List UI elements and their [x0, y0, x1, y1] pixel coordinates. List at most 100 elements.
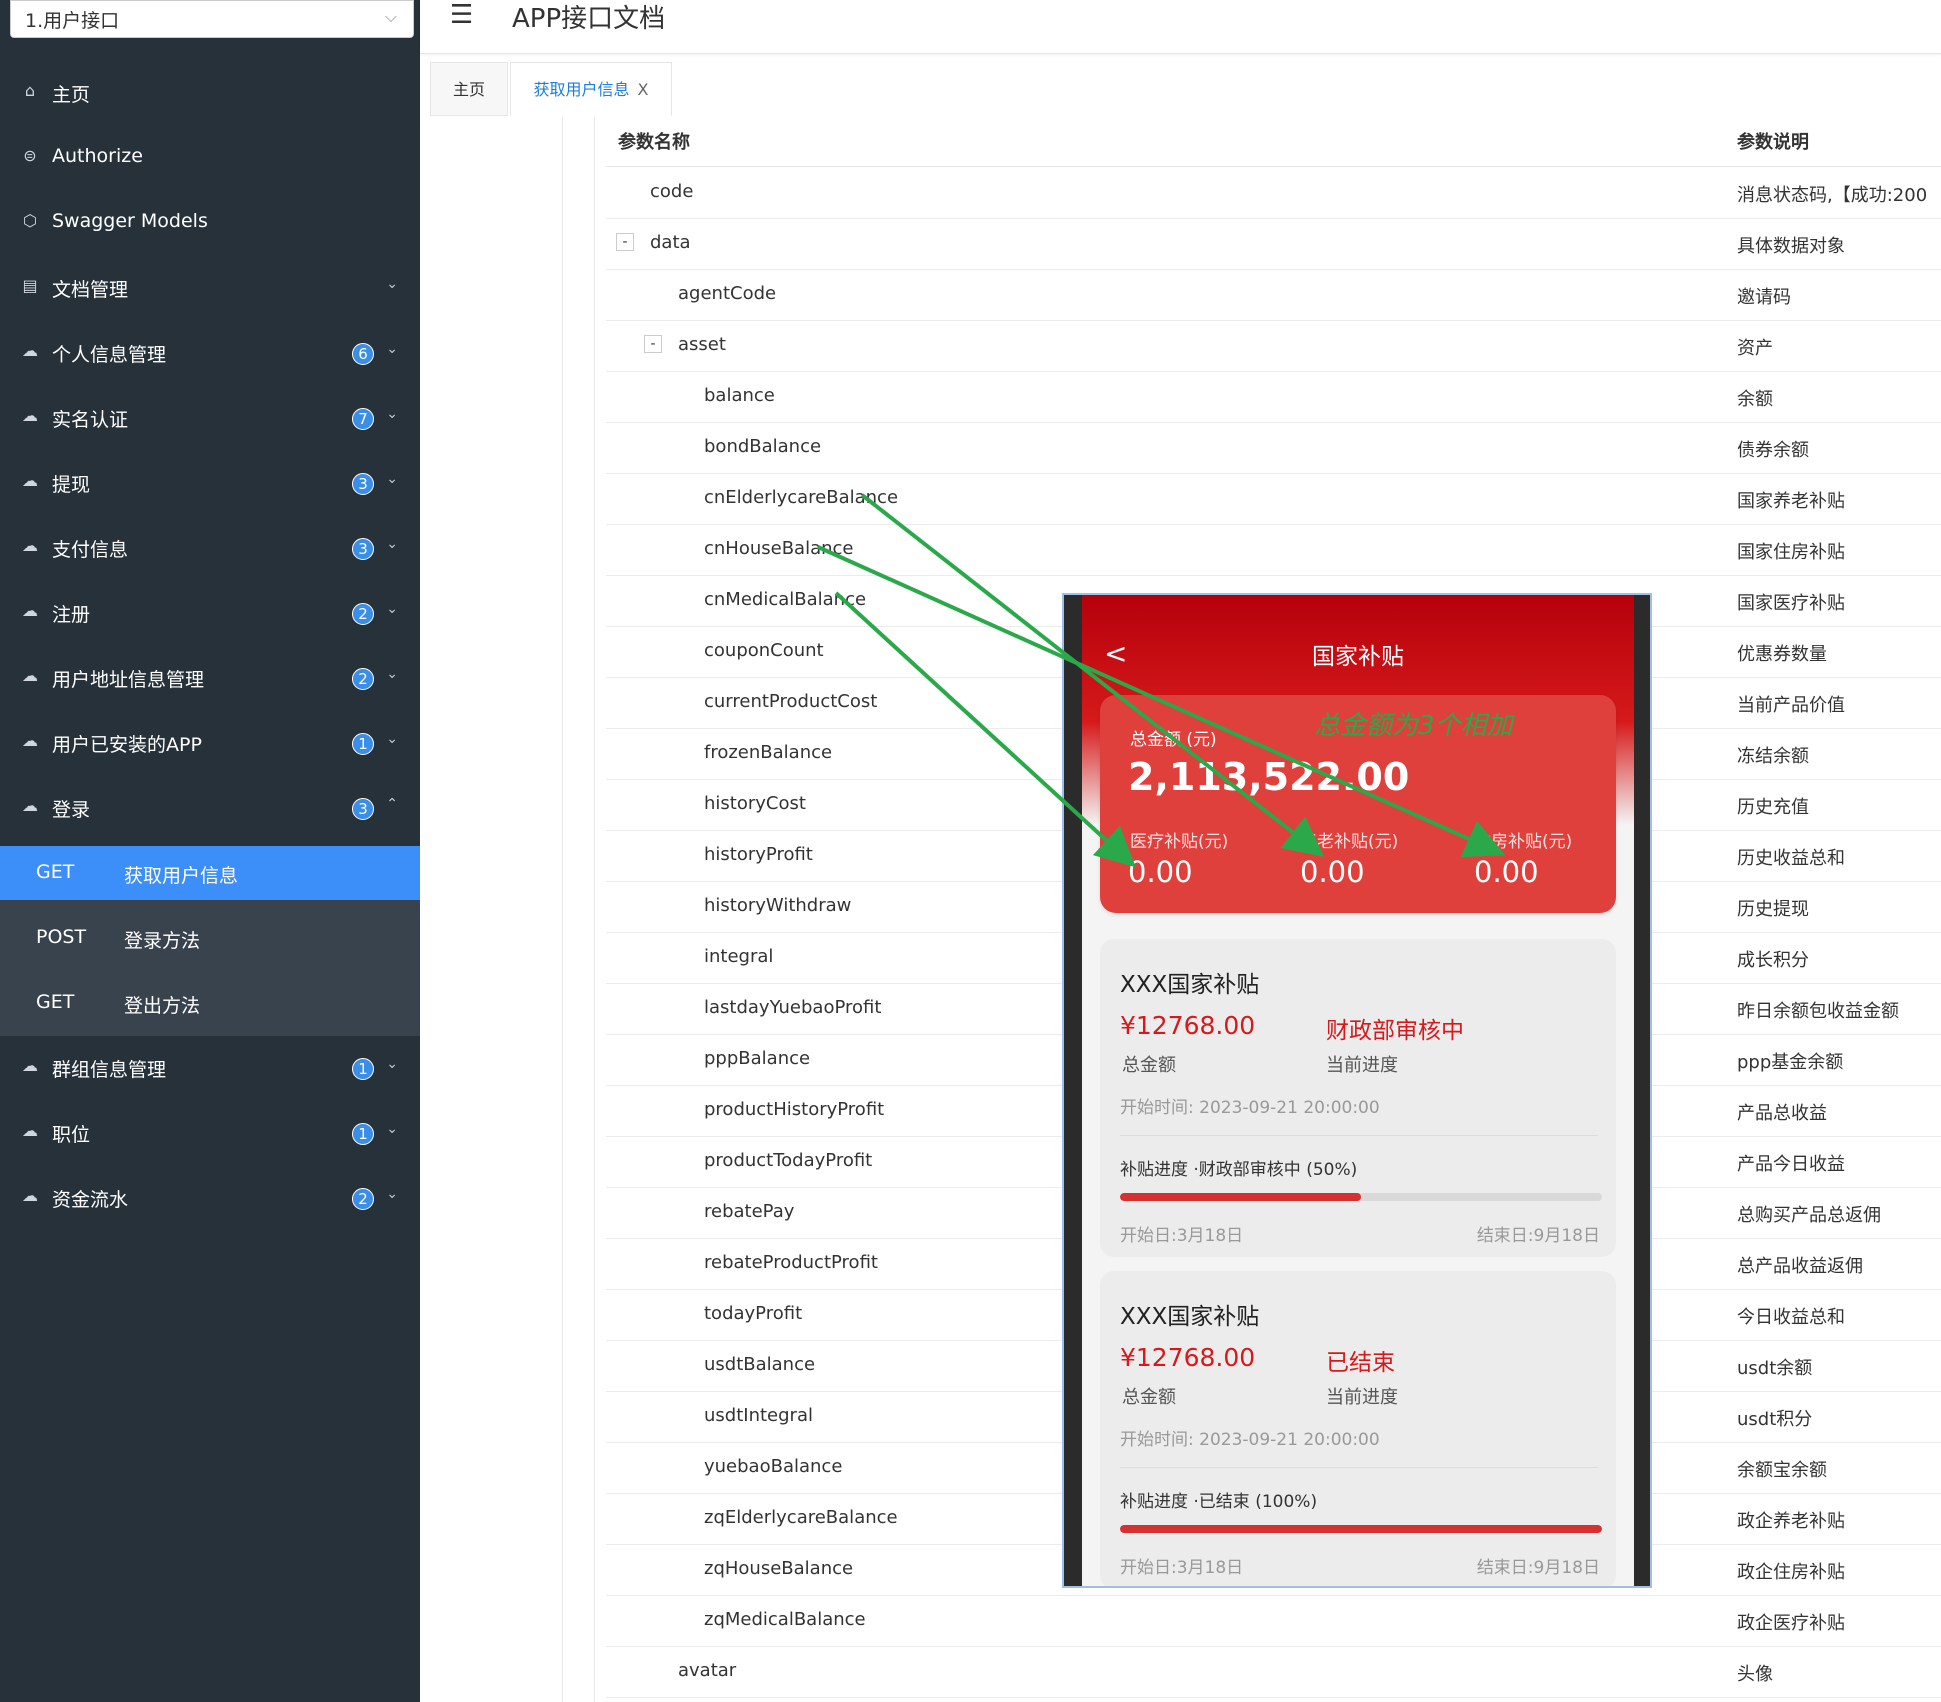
submenu-item[interactable]: GET 获取用户信息 [0, 846, 420, 900]
collapse-toggle[interactable]: - [644, 335, 662, 353]
param-desc: 国家住房补贴 [1737, 542, 1845, 563]
card-status: 财政部审核中 [1326, 1018, 1464, 1044]
sidebar-item[interactable]: ☁ 实名认证 7 ⌄ [0, 386, 420, 451]
subsidy-card[interactable]: XXX国家补贴 ¥12768.00 财政部审核中 总金额 当前进度 开始时间: 2023-… [1100, 939, 1616, 1257]
login-submenu: GET 获取用户信息 POST 登录方法 GET 登出方法 [0, 846, 420, 1036]
param-name: currentProductCost [704, 691, 878, 712]
cube-icon: ⬡ [23, 211, 37, 230]
param-name: data [650, 232, 691, 253]
cloud-icon: ☁ [22, 1056, 38, 1075]
param-name: balance [704, 385, 775, 406]
submenu-item[interactable]: POST 登录方法 [0, 911, 420, 965]
chevron-down-icon: ⌄ [386, 731, 398, 747]
param-name: agentCode [678, 283, 777, 304]
param-desc: ppp基金余额 [1737, 1052, 1844, 1073]
sidebar-item-label: 个人信息管理 [52, 344, 167, 366]
cloud-icon: ☁ [22, 406, 38, 425]
param-desc: 余额 [1737, 389, 1773, 410]
param-name: integral [704, 946, 774, 967]
sidebar-item[interactable]: ☁ 用户已安装的APP 1 ⌄ [0, 711, 420, 776]
cloud-icon: ☁ [22, 731, 38, 750]
chevron-down-icon: ⌄ [386, 601, 398, 617]
chevron-down-icon: ⌄ [386, 1121, 398, 1137]
param-desc: 余额宝余额 [1737, 1460, 1827, 1481]
sidebar-item[interactable]: ☁ 注册 2 ⌄ [0, 581, 420, 646]
close-icon[interactable]: X [638, 80, 649, 99]
card-start-time: 开始时间: 2023-09-21 20:00:00 [1120, 1098, 1380, 1118]
chevron-down-icon: ⌄ [386, 666, 398, 682]
phone-screenshot: < 国家补贴 总金额为3个相加 总金额 (元) 2,113,522.00 医疗补… [1062, 593, 1652, 1588]
http-method: GET [36, 861, 75, 883]
chevron-down-icon: ⌄ [386, 341, 398, 357]
col-param-desc: 参数说明 [1737, 132, 1809, 153]
param-name: couponCount [704, 640, 824, 661]
table-row: avatar 头像 [606, 1646, 1941, 1698]
elderly-label: 养老补贴(元) [1300, 832, 1399, 852]
sidebar-item-label: Swagger Models [52, 210, 208, 232]
submenu-item[interactable]: GET 登出方法 [0, 976, 420, 1030]
param-name: cnElderlycareBalance [704, 487, 899, 508]
sidebar-item[interactable]: ⬡ Swagger Models [0, 191, 420, 256]
param-desc: 历史充值 [1737, 797, 1809, 818]
chevron-down-icon: ⌄ [386, 536, 398, 552]
param-name: rebateProductProfit [704, 1252, 878, 1273]
progress-fill [1120, 1193, 1361, 1201]
sidebar-item-label: 主页 [52, 84, 91, 106]
sidebar-item[interactable]: ⌂ 主页 [0, 61, 420, 126]
chevron-down-icon: ⌄ [386, 1186, 398, 1202]
group-select-value: 1.用户接口 [25, 10, 120, 32]
collapse-toggle[interactable]: - [616, 233, 634, 251]
param-desc: 昨日余额包收益金额 [1737, 1001, 1899, 1022]
table-row: cnHouseBalance 国家住房补贴 [606, 524, 1941, 576]
table-row: code 消息状态码,【成功:200 [606, 167, 1941, 219]
param-desc: 成长积分 [1737, 950, 1809, 971]
subsidy-card[interactable]: XXX国家补贴 ¥12768.00 已结束 总金额 当前进度 开始时间: 2023-09-… [1100, 1271, 1616, 1586]
sidebar-item[interactable]: ☁ 用户地址信息管理 2 ⌄ [0, 646, 420, 711]
param-name: cnMedicalBalance [704, 589, 867, 610]
param-desc: 产品今日收益 [1737, 1154, 1845, 1175]
tab-home-label: 主页 [452, 80, 485, 99]
house-label: 住房补贴(元) [1474, 832, 1573, 852]
param-desc: 政企养老补贴 [1737, 1511, 1845, 1532]
tab-get-user-info[interactable]: 获取用户信息 X [510, 62, 672, 116]
param-name: zqHouseBalance [704, 1558, 854, 1579]
param-desc: usdt余额 [1737, 1358, 1813, 1379]
table-row: agentCode 邀请码 [606, 269, 1941, 321]
param-desc: 资产 [1737, 338, 1773, 359]
param-desc: 消息状态码,【成功:200 [1737, 185, 1928, 206]
sidebar-item[interactable]: ☁ 提现 3 ⌄ [0, 451, 420, 516]
sidebar-item[interactable]: ☁ 群组信息管理 1 ⌄ [0, 1036, 420, 1101]
chevron-down-icon: ⌄ [386, 1056, 398, 1072]
medical-value: 0.00 [1128, 855, 1193, 889]
param-desc: usdt积分 [1737, 1409, 1813, 1430]
tab-home[interactable]: 主页 [430, 62, 508, 116]
card-divider [1120, 1467, 1598, 1468]
sidebar-item-label: 支付信息 [52, 539, 129, 561]
param-name: productTodayProfit [704, 1150, 873, 1171]
lock-icon: ⊜ [23, 146, 37, 165]
param-desc: 国家养老补贴 [1737, 491, 1845, 512]
param-name: historyCost [704, 793, 806, 814]
sidebar-item-label: 登录 [52, 799, 91, 821]
param-name: zqMedicalBalance [704, 1609, 866, 1630]
sidebar-item[interactable]: ▤ 文档管理 ⌄ [0, 256, 420, 321]
card-start-date: 开始日:3月18日 [1120, 1558, 1244, 1578]
param-name: code [650, 181, 694, 202]
document-icon: ▤ [22, 276, 38, 295]
sidebar-item[interactable]: ☁ 支付信息 3 ⌄ [0, 516, 420, 581]
count-badge: 1 [352, 733, 374, 755]
count-badge: 3 [352, 473, 374, 495]
group-select[interactable]: 1.用户接口 ⌵ [10, 0, 414, 38]
sidebar-item[interactable]: ☁ 资金流水 2 ⌄ [0, 1166, 420, 1231]
count-badge: 2 [352, 603, 374, 625]
sidebar-item[interactable]: ☁ 登录 3 ⌃ [0, 776, 420, 841]
sidebar-item[interactable]: ☁ 个人信息管理 6 ⌄ [0, 321, 420, 386]
divider-line [562, 117, 563, 1702]
param-desc: 总产品收益返佣 [1737, 1256, 1863, 1277]
menu-toggle-icon[interactable]: ☰ [450, 0, 473, 30]
table-row: cnElderlycareBalance 国家养老补贴 [606, 473, 1941, 525]
sidebar-item[interactable]: ☁ 职位 1 ⌄ [0, 1101, 420, 1166]
sidebar-item[interactable]: ⊜ Authorize [0, 126, 420, 191]
param-name: rebatePay [704, 1201, 795, 1222]
param-desc: 头像 [1737, 1664, 1773, 1685]
